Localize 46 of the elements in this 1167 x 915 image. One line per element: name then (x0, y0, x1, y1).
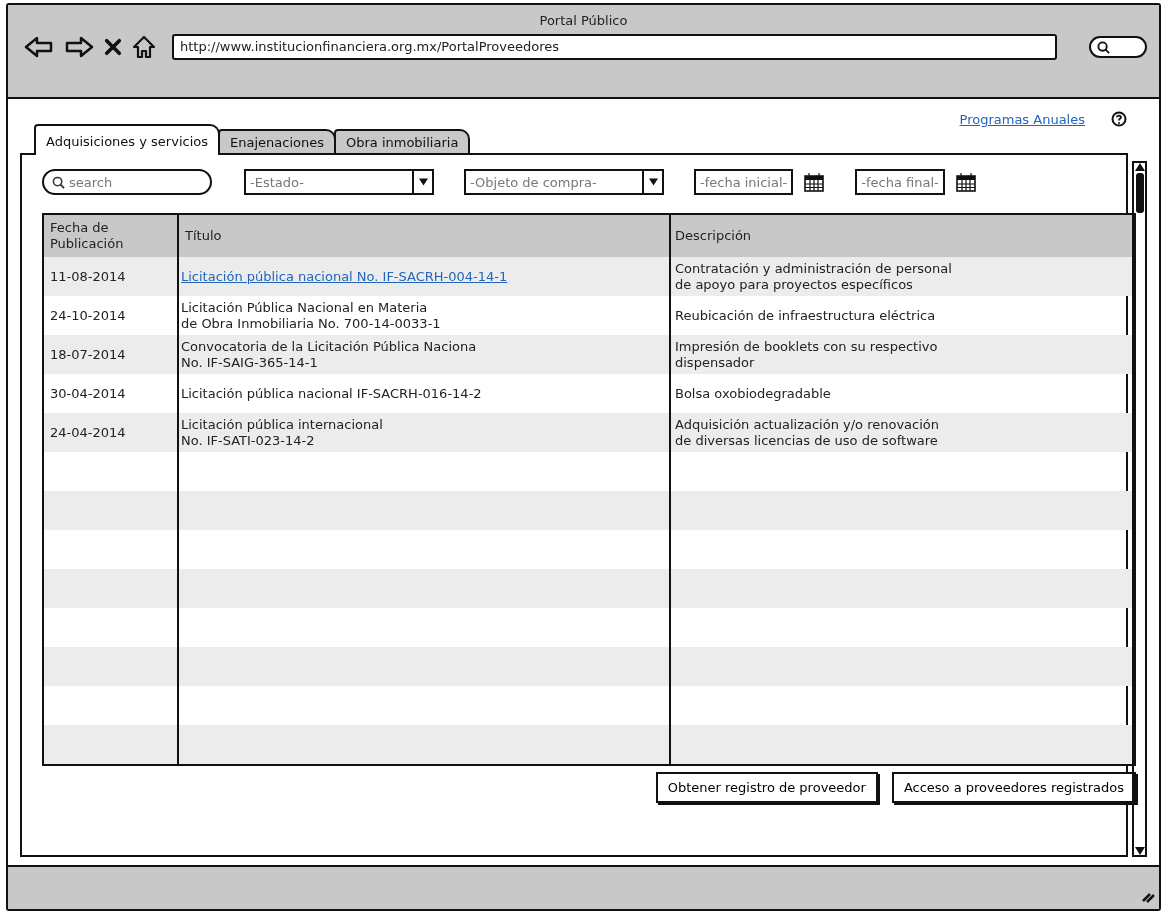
table-cell: Licitación pública internacional No. IF-SATI-023-14-2 (181, 416, 383, 449)
search-icon (1097, 40, 1110, 54)
end-date-field[interactable]: -fecha final- (855, 169, 945, 195)
back-icon[interactable] (24, 35, 54, 59)
tab[interactable]: Obra inmobiliaria (333, 129, 471, 153)
state-dropdown[interactable]: -Estado- (244, 169, 434, 195)
tab[interactable]: Adquisiciones y servicios (34, 124, 220, 155)
scroll-down-icon[interactable] (1134, 847, 1145, 855)
dropdown-arrow-icon (648, 178, 658, 186)
table-cell: 24-10-2014 (50, 307, 126, 324)
table-cell: 30-04-2014 (50, 385, 126, 402)
calendar-icon[interactable] (803, 171, 826, 193)
table-cell: Adquisición actualización y/o renovación de diversas licencias de uso de software (675, 416, 940, 449)
column-header: Descripción (674, 227, 753, 245)
search-field[interactable]: search (42, 169, 212, 195)
search-field[interactable] (1089, 36, 1147, 58)
help-icon[interactable] (1111, 111, 1127, 127)
dropdown-arrow-icon (418, 178, 428, 186)
table-cell: Licitación pública nacional IF-SACRH-016-14-2 (181, 385, 482, 402)
table-cell: Contratación y administración de personal de apoyo para proyectos específicos (675, 260, 952, 293)
table-cell: Bolsa oxobiodegradable (675, 385, 831, 402)
close-icon[interactable] (104, 37, 122, 57)
search-placeholder: search (69, 174, 113, 190)
title-link[interactable]: Licitación pública nacional No. IF-SACRH-004-14-1 (181, 268, 508, 285)
scroll-up-icon[interactable] (1134, 163, 1145, 171)
start-date-field[interactable]: -fecha inicial- (694, 169, 794, 195)
action-button[interactable]: Acceso a proveedores registrados (891, 772, 1136, 803)
address-field[interactable]: http://www.institucionfinanciera.org.mx/PortalProveedores (172, 34, 1057, 60)
table-cell: Reubicación de infraestructura eléctrica (675, 307, 936, 324)
purchase-object-dropdown[interactable]: -Objeto de compra- (464, 169, 664, 195)
table-cell: 24-04-2014 (50, 424, 126, 441)
tab[interactable]: Enajenaciones (218, 129, 336, 153)
search-icon (52, 175, 65, 189)
table-cell: Convocatoria de la Licitación Pública Naciona No. IF-SAIG-365-14-1 (181, 338, 477, 371)
action-button[interactable]: Obtener registro de proveedor (655, 772, 878, 803)
table-cell: Licitación Pública Nacional en Materia de Obra Inmobiliaria No. 700-14-0033-1 (181, 299, 441, 332)
scroll-thumb[interactable] (1135, 173, 1144, 213)
forward-icon[interactable] (64, 35, 94, 59)
window-title: Portal Público (538, 13, 629, 28)
scrollbar[interactable] (1132, 161, 1147, 857)
calendar-icon[interactable] (954, 171, 977, 193)
annual-programs-link[interactable]: Programas Anuales (959, 111, 1085, 127)
table-cell: Impresión de booklets con su respectivo dispensador (675, 338, 938, 371)
home-icon[interactable] (132, 35, 156, 59)
table-cell: 11-08-2014 (50, 268, 126, 285)
table-cell: 18-07-2014 (50, 346, 126, 363)
